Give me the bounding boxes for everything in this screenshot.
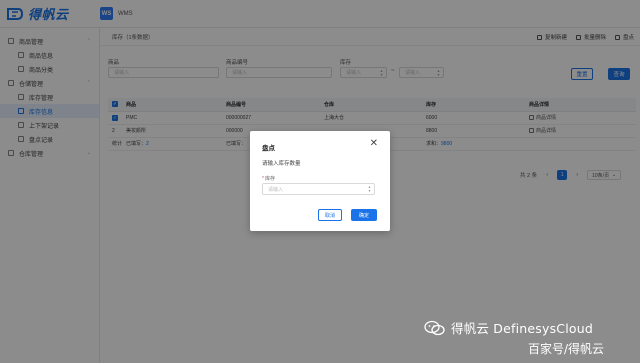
close-icon[interactable]: ✕ [370,139,378,149]
stock-field-label: *库存 [262,175,275,182]
placeholder-text: 请输入 [268,186,284,193]
watermark: 得帆云 DefinesysCloud [424,318,593,337]
watermark-line-2: 百家号/得帆云 [528,342,605,356]
watermark-line-1: 得帆云 DefinesysCloud [451,321,594,336]
wechat-icon [424,320,445,335]
confirm-button[interactable]: 确定 [351,209,377,221]
stock-quantity-input[interactable]: 请输入 ▴ ▾ [262,183,375,195]
required-mark: * [262,176,264,182]
inventory-dialog: 盘点 ✕ 请输入库存数量 *库存 请输入 ▴ ▾ 取消 确定 [250,131,390,231]
stepper-icon[interactable]: ▴ ▾ [367,185,372,193]
dialog-hint: 请输入库存数量 [262,161,301,167]
cancel-button[interactable]: 取消 [318,209,342,221]
field-label-text: 库存 [264,176,275,182]
dialog-title: 盘点 [262,145,275,152]
